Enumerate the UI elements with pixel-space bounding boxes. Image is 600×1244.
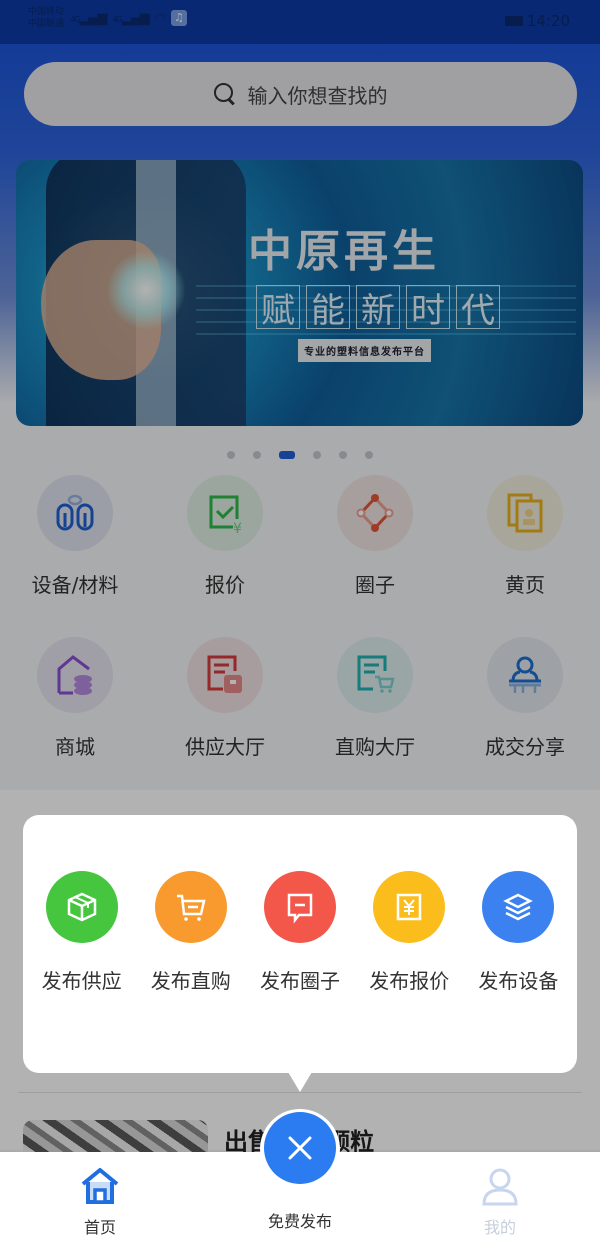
publish-direct-purchase-button[interactable]: 发布直购 [136, 871, 245, 994]
publish-circle-button[interactable]: 发布圈子 [245, 871, 354, 994]
close-icon [288, 1136, 312, 1160]
user-icon [482, 1168, 518, 1206]
home-icon [81, 1168, 119, 1204]
publish-label: 发布直购 [150, 969, 231, 993]
tab-home-label: 首页 [83, 1218, 116, 1237]
publish-options: 发布供应 发布直购 发布圈子 发布报价 发布设备 [23, 871, 577, 994]
publish-popup: 发布供应 发布直购 发布圈子 发布报价 发布设备 [23, 815, 577, 1073]
tab-home[interactable]: 首页 [40, 1152, 160, 1244]
publish-quote-button[interactable]: 发布报价 [355, 871, 464, 994]
popup-pointer [288, 1072, 312, 1092]
message-icon [264, 871, 336, 943]
app-page: 中国移动 中国联通 4G▂▄▆ 4G▂▄▆ ◠ ♫ 14:20 输入你想查找的 … [0, 0, 600, 1244]
box-icon [45, 871, 118, 943]
tab-publish-label: 免费发布 [267, 1212, 332, 1231]
layers-icon [482, 871, 555, 943]
yen-icon [373, 871, 446, 943]
tab-mine[interactable]: 我的 [440, 1152, 560, 1244]
tab-mine-label: 我的 [483, 1218, 516, 1237]
publish-label: 发布圈子 [260, 969, 340, 993]
close-publish-button[interactable] [264, 1112, 336, 1184]
publish-label: 发布供应 [41, 969, 122, 993]
publish-equipment-button[interactable]: 发布设备 [464, 871, 573, 994]
publish-label: 发布设备 [478, 969, 559, 993]
cart-icon [154, 871, 227, 943]
publish-supply-button[interactable]: 发布供应 [27, 871, 136, 994]
publish-label: 发布报价 [369, 969, 450, 993]
